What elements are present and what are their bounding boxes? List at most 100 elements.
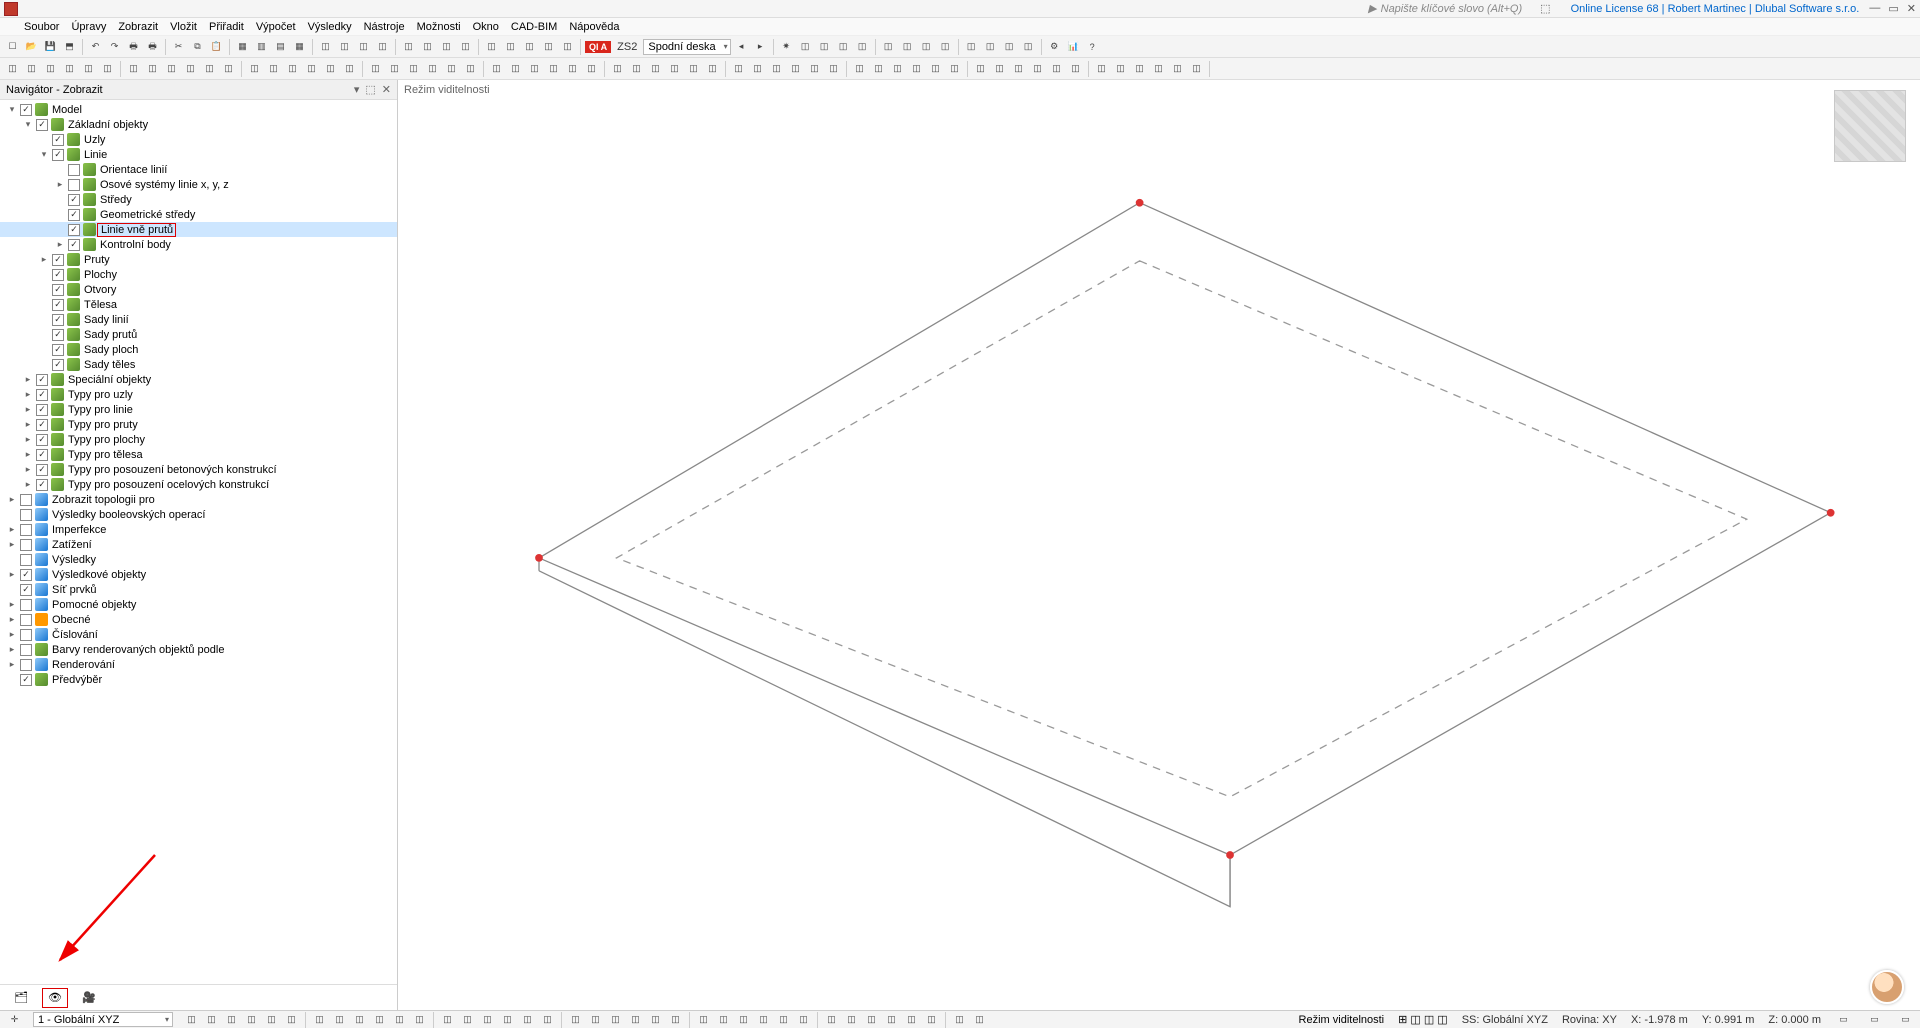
statusbar-btn-11[interactable]: ◫	[411, 1011, 428, 1028]
expand-toggle[interactable]: ▸	[6, 539, 18, 550]
visibility-checkbox[interactable]: ✓	[36, 449, 48, 461]
expand-toggle[interactable]: ▸	[22, 404, 34, 415]
toolbar2-btn-37[interactable]: ◫	[647, 60, 664, 77]
visibility-checkbox[interactable]: ✓	[52, 299, 64, 311]
visibility-checkbox[interactable]	[20, 494, 32, 506]
statusbar-btn-4[interactable]: ◫	[263, 1011, 280, 1028]
toolbar2-btn-61[interactable]: ◫	[1067, 60, 1084, 77]
visibility-checkbox[interactable]	[68, 164, 80, 176]
visibility-checkbox[interactable]: ✓	[52, 314, 64, 326]
tool-z[interactable]: ◫	[1020, 38, 1037, 55]
visibility-checkbox[interactable]	[20, 554, 32, 566]
statusbar-btn-24[interactable]: ◫	[695, 1011, 712, 1028]
results-button[interactable]: 📊	[1065, 38, 1082, 55]
tree-item-2[interactable]: ✓Uzly	[0, 132, 397, 147]
tree-item-33[interactable]: ▸Pomocné objekty	[0, 597, 397, 612]
expand-toggle[interactable]: ▸	[6, 644, 18, 655]
minimize-button[interactable]: —	[1869, 2, 1880, 15]
statusbar-btn-10[interactable]: ◫	[391, 1011, 408, 1028]
toolbar2-btn-56[interactable]: ◫	[972, 60, 989, 77]
tree-item-3[interactable]: ▾✓Linie	[0, 147, 397, 162]
tree-item-11[interactable]: ✓Plochy	[0, 267, 397, 282]
visibility-checkbox[interactable]: ✓	[20, 569, 32, 581]
view3-button[interactable]: ▤	[272, 38, 289, 55]
statusbar-btn-1[interactable]: ◫	[203, 1011, 220, 1028]
toolbar2-btn-30[interactable]: ◫	[526, 60, 543, 77]
workplane-icon[interactable]: ✛	[6, 1011, 23, 1028]
toolbar2-btn-35[interactable]: ◫	[609, 60, 626, 77]
toolbar2-btn-53[interactable]: ◫	[927, 60, 944, 77]
tool-s[interactable]: ◫	[880, 38, 897, 55]
print-button[interactable]: 🖶	[125, 38, 142, 55]
expand-toggle[interactable]: ▸	[6, 659, 18, 670]
menu-výpočet[interactable]: Výpočet	[256, 21, 296, 33]
tool-u[interactable]: ◫	[918, 38, 935, 55]
expand-toggle[interactable]: ▸	[22, 389, 34, 400]
toolbar2-btn-40[interactable]: ◫	[704, 60, 721, 77]
expand-toggle[interactable]: ▸	[22, 419, 34, 430]
toolbar2-btn-65[interactable]: ◫	[1131, 60, 1148, 77]
tool-r[interactable]: ◫	[854, 38, 871, 55]
statusbar-btn-28[interactable]: ◫	[775, 1011, 792, 1028]
toolbar2-btn-0[interactable]: ◫	[4, 60, 21, 77]
menu-výsledky[interactable]: Výsledky	[308, 21, 352, 33]
keyword-search-hint[interactable]: ▶ Napište klíčové slovo (Alt+Q)	[1368, 2, 1522, 15]
navigator-float-icon[interactable]: ▾	[354, 83, 360, 96]
tool-i[interactable]: ◫	[483, 38, 500, 55]
visibility-checkbox[interactable]	[20, 599, 32, 611]
toolbar2-btn-17[interactable]: ◫	[303, 60, 320, 77]
statusbar-btn-31[interactable]: ◫	[843, 1011, 860, 1028]
statusbar-btn-37[interactable]: ◫	[971, 1011, 988, 1028]
toolbar2-btn-54[interactable]: ◫	[946, 60, 963, 77]
visibility-checkbox[interactable]	[20, 509, 32, 521]
visibility-checkbox[interactable]: ✓	[68, 194, 80, 206]
tree-item-23[interactable]: ▸✓Typy pro tělesa	[0, 447, 397, 462]
statusbar-btn-35[interactable]: ◫	[923, 1011, 940, 1028]
visibility-checkbox[interactable]: ✓	[52, 269, 64, 281]
statusbar-btn-16[interactable]: ◫	[519, 1011, 536, 1028]
expand-toggle[interactable]: ▸	[6, 494, 18, 505]
statusbar-btn-2[interactable]: ◫	[223, 1011, 240, 1028]
visibility-checkbox[interactable]	[20, 629, 32, 641]
menu-nápověda[interactable]: Nápověda	[569, 21, 619, 33]
statusbar-btn-22[interactable]: ◫	[647, 1011, 664, 1028]
close-button[interactable]: ✕	[1907, 2, 1916, 15]
tool-k[interactable]: ◫	[521, 38, 538, 55]
copy-button[interactable]: ⧉	[189, 38, 206, 55]
visibility-checkbox[interactable]	[20, 614, 32, 626]
paste-button[interactable]: 📋	[208, 38, 225, 55]
tree-item-35[interactable]: ▸Číslování	[0, 627, 397, 642]
expand-toggle[interactable]: ▸	[6, 629, 18, 640]
visibility-checkbox[interactable]: ✓	[36, 389, 48, 401]
visibility-checkbox[interactable]: ✓	[20, 674, 32, 686]
tree-item-5[interactable]: ▸Osové systémy linie x, y, z	[0, 177, 397, 192]
toolbar2-btn-45[interactable]: ◫	[787, 60, 804, 77]
tree-item-17[interactable]: ✓Sady těles	[0, 357, 397, 372]
tree-item-0[interactable]: ▾✓Model	[0, 102, 397, 117]
expand-toggle[interactable]: ▸	[54, 179, 66, 190]
toolbar2-btn-24[interactable]: ◫	[424, 60, 441, 77]
toolbar2-btn-22[interactable]: ◫	[386, 60, 403, 77]
tree-item-13[interactable]: ✓Tělesa	[0, 297, 397, 312]
toolbar2-btn-12[interactable]: ◫	[220, 60, 237, 77]
visibility-checkbox[interactable]: ✓	[36, 434, 48, 446]
tool-p[interactable]: ◫	[816, 38, 833, 55]
toolbar2-btn-36[interactable]: ◫	[628, 60, 645, 77]
statusbar-btn-20[interactable]: ◫	[607, 1011, 624, 1028]
toolbar2-btn-4[interactable]: ◫	[80, 60, 97, 77]
visibility-checkbox[interactable]	[20, 659, 32, 671]
menu-přiřadit[interactable]: Přiřadit	[209, 21, 244, 33]
toolbar2-btn-44[interactable]: ◫	[768, 60, 785, 77]
tree-item-37[interactable]: ▸Renderování	[0, 657, 397, 672]
visibility-checkbox[interactable]: ✓	[36, 404, 48, 416]
statusbar-btn-8[interactable]: ◫	[351, 1011, 368, 1028]
status-layout3[interactable]: ▭	[1897, 1011, 1914, 1028]
expand-toggle[interactable]: ▸	[6, 599, 18, 610]
toolbar2-btn-2[interactable]: ◫	[42, 60, 59, 77]
visibility-checkbox[interactable]: ✓	[52, 149, 64, 161]
statusbar-btn-33[interactable]: ◫	[883, 1011, 900, 1028]
toolbar2-btn-23[interactable]: ◫	[405, 60, 422, 77]
tree-item-4[interactable]: Orientace linií	[0, 162, 397, 177]
status-layout2[interactable]: ▭	[1866, 1011, 1883, 1028]
toolbar2-btn-19[interactable]: ◫	[341, 60, 358, 77]
